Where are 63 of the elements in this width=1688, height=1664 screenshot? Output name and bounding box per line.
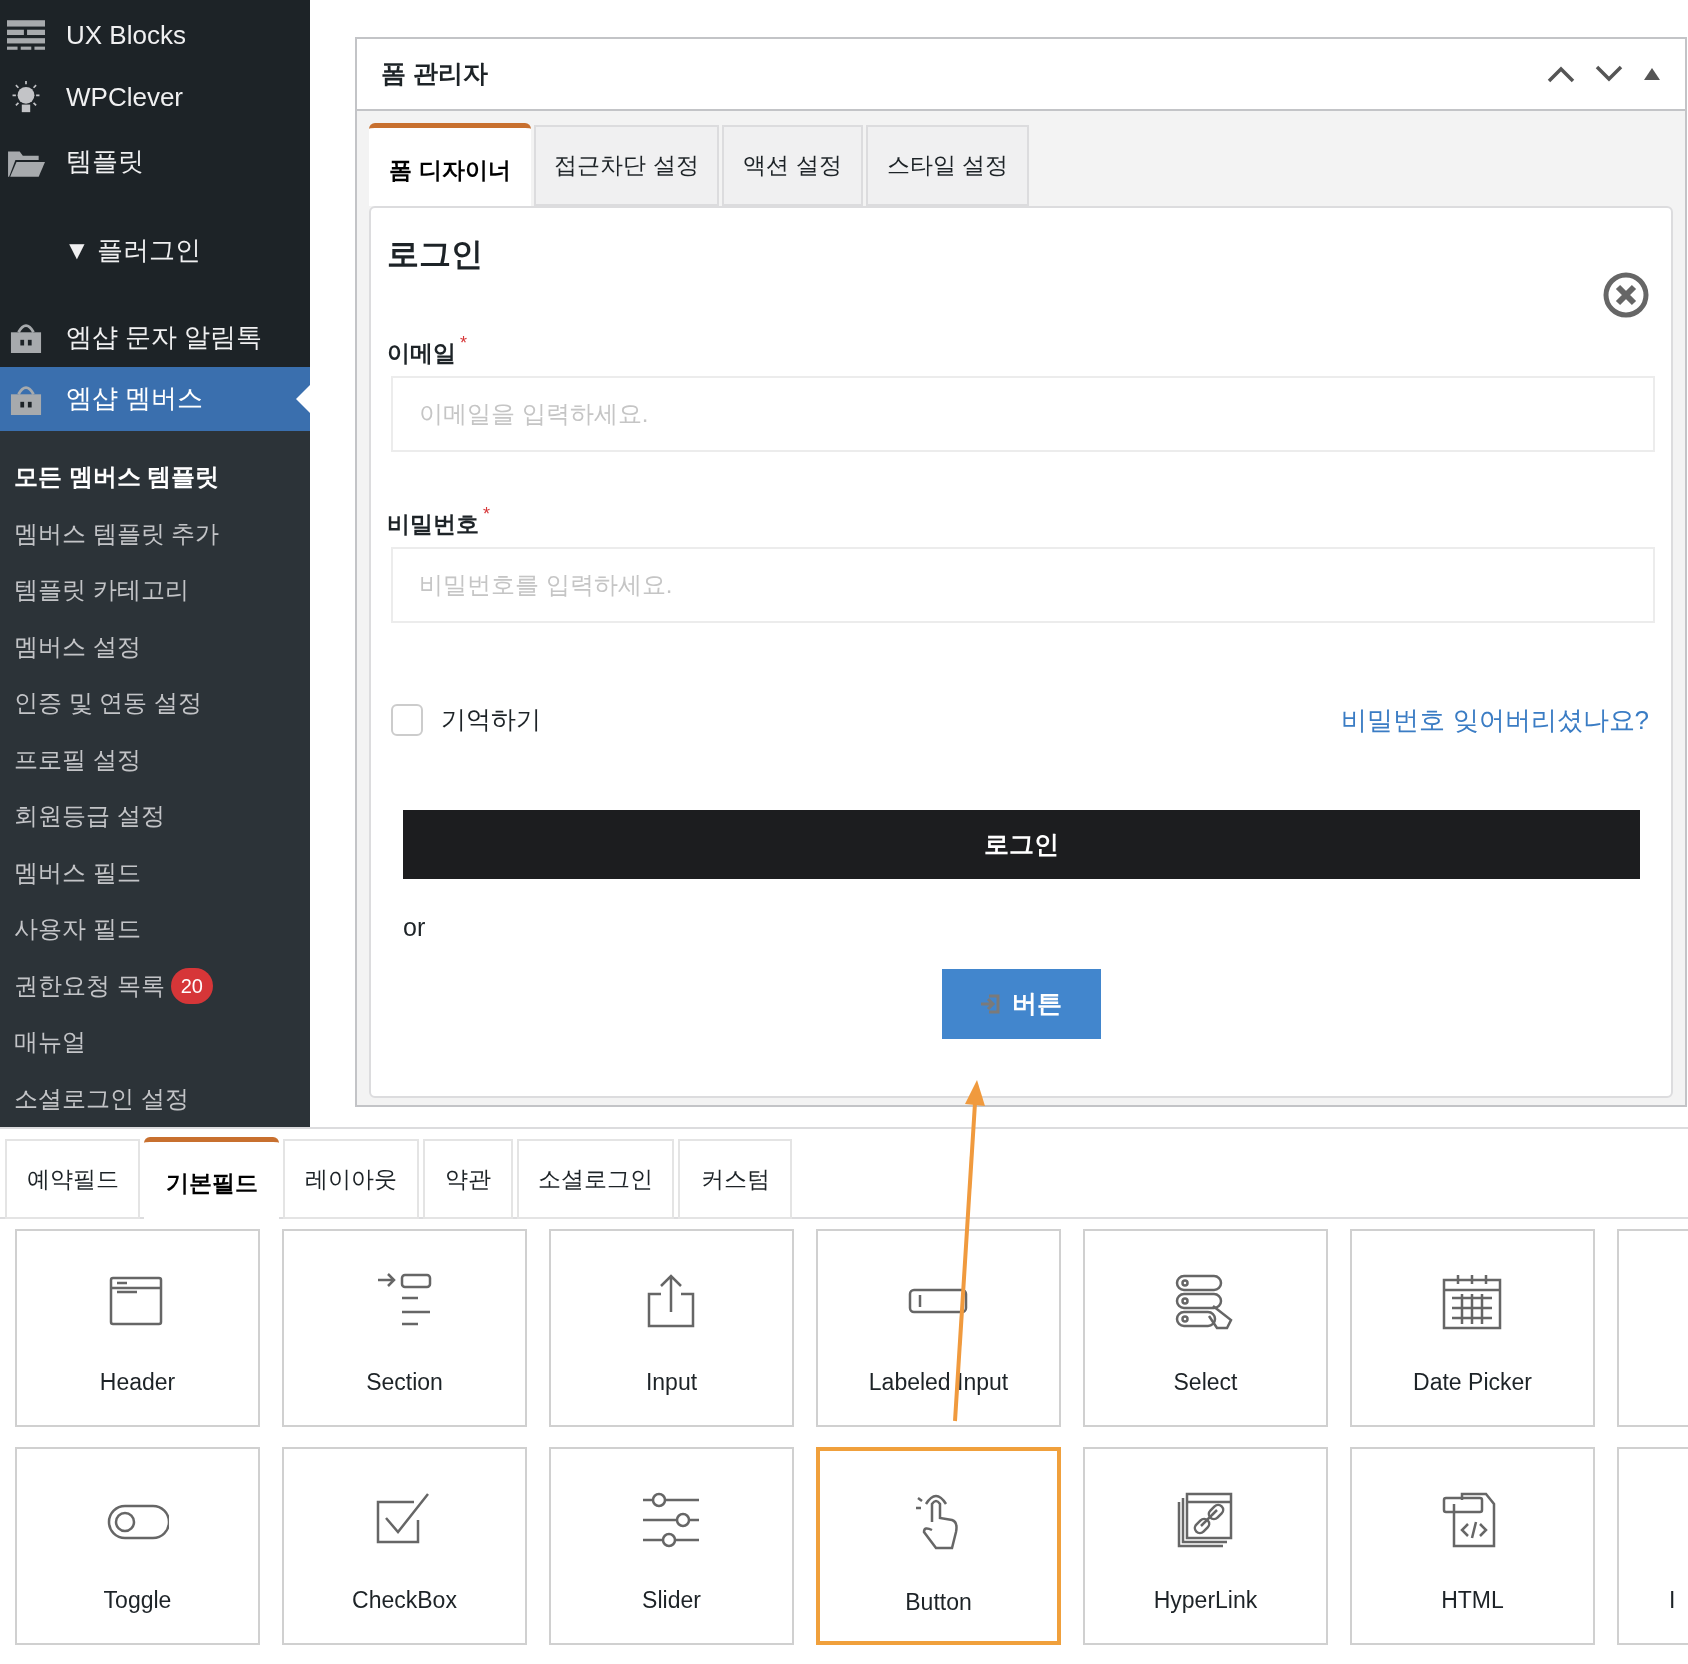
tab[interactable]: 폼 디자이너 (369, 123, 531, 206)
field-tile[interactable]: Labeled Input (816, 1229, 1061, 1427)
submenu-link[interactable]: 권한요청 목록 (14, 967, 165, 1004)
submenu-link[interactable]: 인증 및 연동 설정 (14, 685, 202, 722)
required-mark: * (460, 332, 467, 355)
submenu-link[interactable]: 모든 멤버스 템플릿 (14, 459, 220, 496)
login-button[interactable]: 로그인 (403, 810, 1640, 879)
tab[interactable]: 소셜로그인 (517, 1139, 674, 1219)
menu-group-label: ▼ 플러그인 (64, 234, 201, 268)
field-tile[interactable]: Toggle (15, 1447, 260, 1645)
button[interactable]: 버튼 (941, 968, 1101, 1039)
field-tile[interactable]: Select (1083, 1229, 1328, 1427)
panel-title: 폼 관리자 (381, 58, 488, 90)
checkbox[interactable] (391, 704, 423, 736)
field-tile[interactable]: Header (15, 1229, 260, 1427)
field-tile[interactable]: Section (282, 1229, 527, 1427)
separator-text: or (403, 912, 426, 943)
field-tile[interactable]: Date Picker (1350, 1229, 1595, 1427)
field-tile[interactable]: HTML (1350, 1447, 1595, 1645)
collapse-triangle-icon[interactable] (1643, 67, 1661, 81)
field-tile[interactable]: HyperLink (1083, 1447, 1328, 1645)
tab[interactable]: 액션 설정 (722, 125, 863, 206)
tab[interactable]: 기본필드 (144, 1137, 279, 1221)
field-tile[interactable]: Button (816, 1447, 1061, 1645)
sidebar-item[interactable]: 엠샵 멤버스 (0, 366, 310, 431)
tab[interactable]: 스타일 설정 (866, 125, 1029, 206)
tab[interactable]: 레이아웃 (283, 1139, 419, 1219)
submenu-link[interactable]: 멤버스 설정 (14, 628, 141, 665)
checkbox-label: 기억하기 (441, 704, 541, 736)
close-icon[interactable] (1603, 272, 1649, 318)
active-indicator-notch (296, 384, 310, 413)
chevron-up-icon[interactable] (1547, 65, 1575, 83)
submenu-link[interactable]: 회원등급 설정 (14, 798, 165, 835)
tab[interactable]: 예약필드 (5, 1139, 140, 1219)
chevron-down-icon[interactable] (1595, 65, 1623, 83)
sidebar-item[interactable]: UX Blocks (0, 0, 310, 65)
sign-in-icon (980, 992, 1000, 1015)
submenu-link[interactable]: 멤버스 템플릿 추가 (14, 515, 220, 552)
submenu-link[interactable]: 매뉴얼 (14, 1024, 86, 1061)
field-tile[interactable]: Input (549, 1229, 794, 1427)
field-tile[interactable]: CheckBox (282, 1447, 527, 1645)
required-mark: * (483, 503, 490, 526)
count-badge: 20 (170, 967, 213, 1004)
sidebar-item[interactable]: 템플릿 (0, 129, 310, 194)
sidebar-item[interactable]: 엠샵 문자 알림톡 (0, 307, 310, 367)
submenu-link[interactable]: 소셜로그인 설정 (14, 1080, 189, 1117)
field-tile[interactable]: I (1617, 1447, 1688, 1645)
input-field[interactable]: 비밀번호를 입력하세요. (391, 547, 1655, 623)
forgot-password-link[interactable]: 비밀번호 잊어버리셨나요? (1341, 700, 1649, 740)
grid-icon (7, 19, 45, 52)
sidebar-item[interactable]: WPClever (0, 64, 310, 130)
submenu-link[interactable]: 멤버스 필드 (14, 854, 141, 891)
field-label: 비밀번호 (387, 510, 479, 539)
form-title: 로그인 (387, 235, 483, 274)
field-label: 이메일 (387, 339, 456, 368)
field-tile[interactable]: Slider (549, 1447, 794, 1645)
submenu-link[interactable]: 템플릿 카테고리 (14, 572, 189, 609)
submenu-link[interactable]: 프로필 설정 (14, 741, 141, 778)
tab[interactable]: 접근차단 설정 (534, 125, 719, 206)
tab[interactable]: 약관 (423, 1139, 513, 1219)
input-field[interactable]: 이메일을 입력하세요. (391, 376, 1655, 452)
submenu-link[interactable]: 사용자 필드 (14, 911, 141, 948)
tab[interactable]: 커스텀 (678, 1139, 792, 1219)
